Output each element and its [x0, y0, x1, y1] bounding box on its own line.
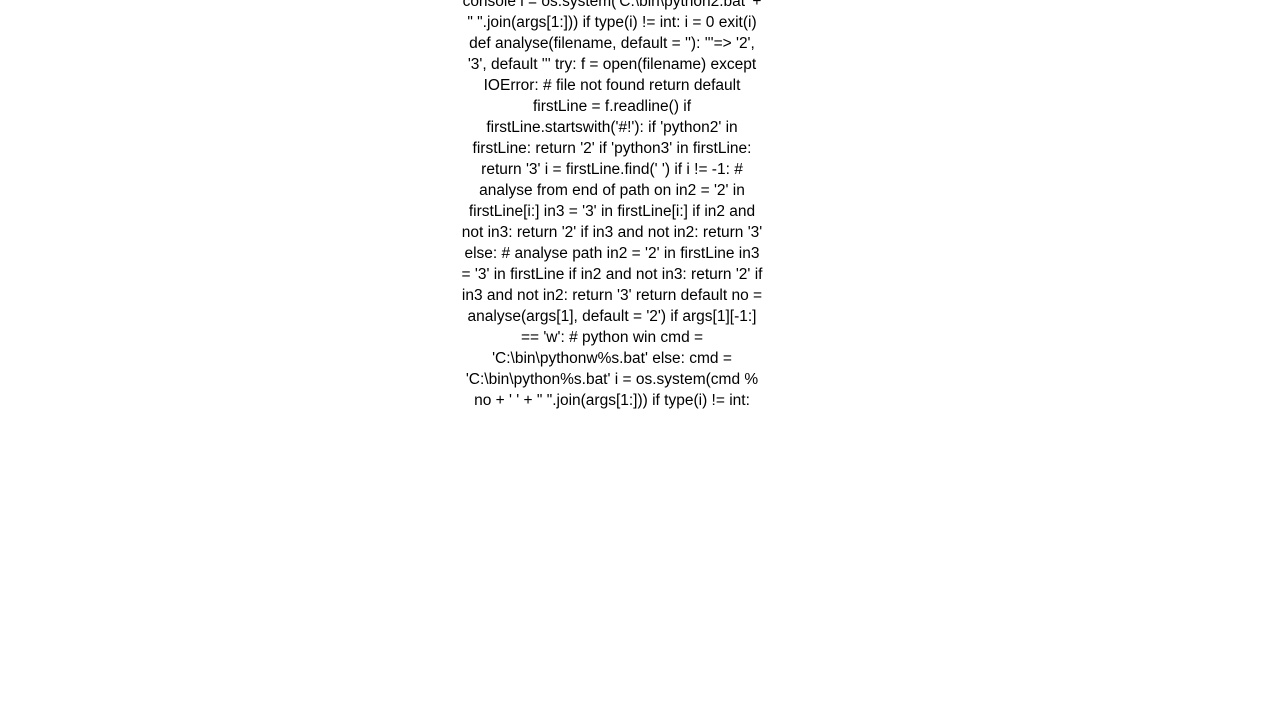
document-page: console i = os.system('C:\bin\python2.ba… [0, 0, 1280, 720]
source-code-text: console i = os.system('C:\bin\python2.ba… [461, 0, 763, 409]
